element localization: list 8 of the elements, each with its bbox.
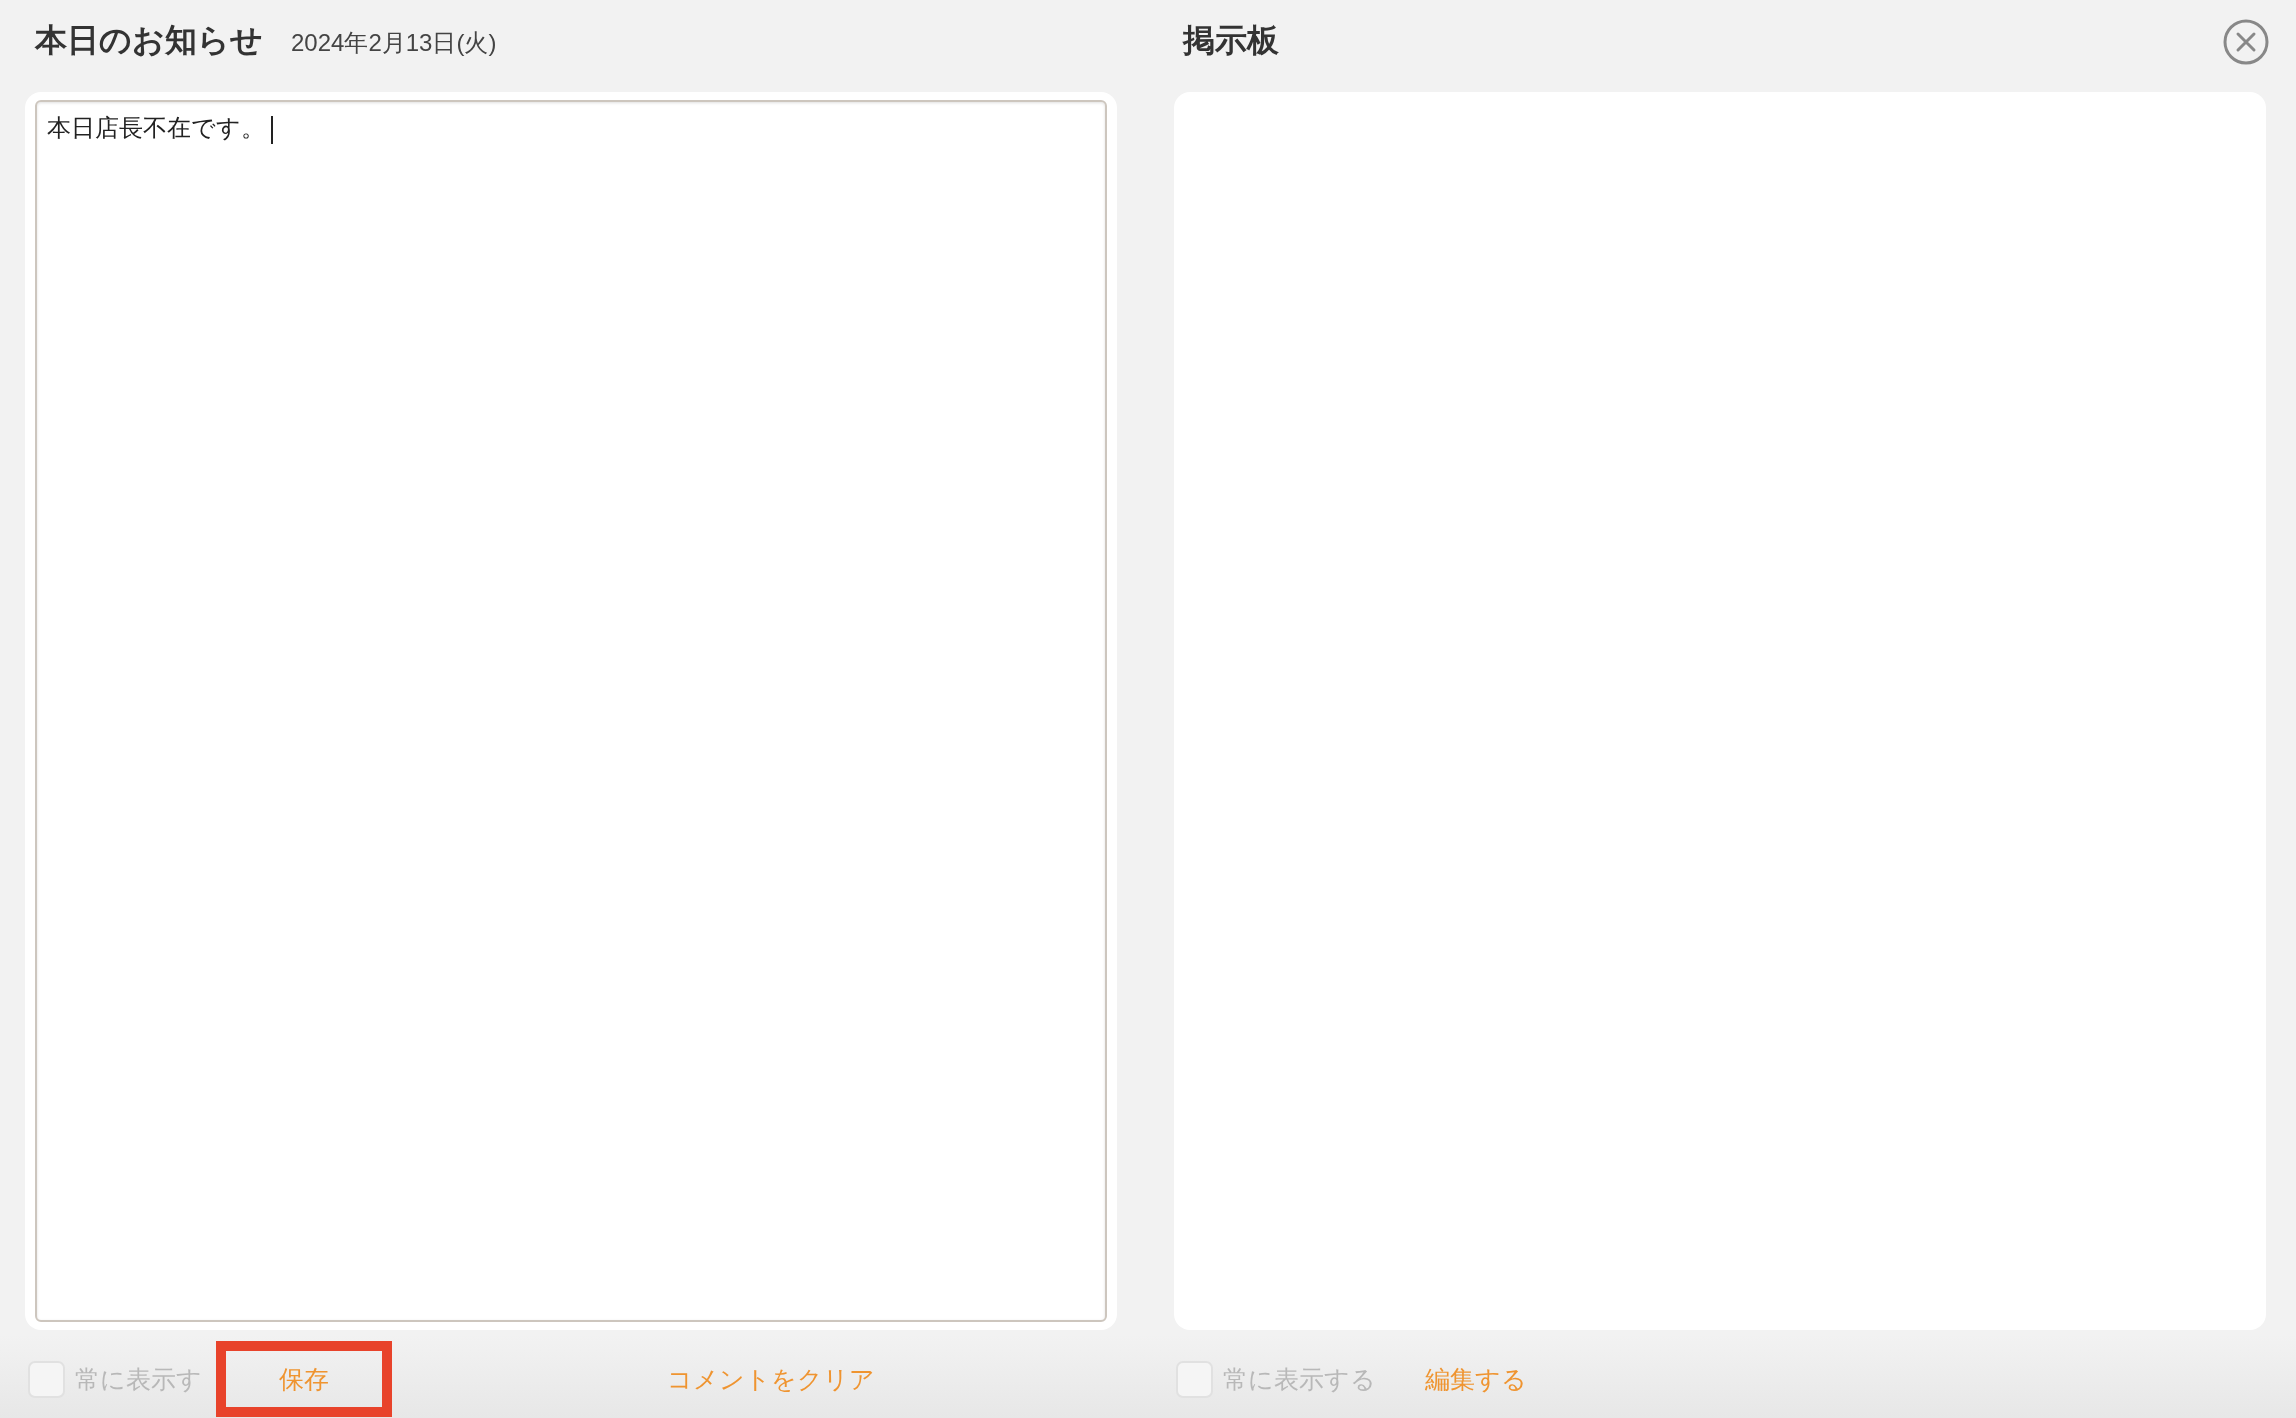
clear-comment-link[interactable]: コメントをクリア	[667, 1363, 875, 1395]
comment-text-area[interactable]: 本日店長不在です。	[35, 100, 1107, 1322]
close-icon[interactable]	[2223, 19, 2269, 65]
notice-title: 本日のお知らせ	[35, 21, 263, 60]
save-button[interactable]: 保存	[226, 1351, 382, 1407]
notice-date: 2024年2月13日(火)	[291, 28, 497, 58]
edit-link[interactable]: 編集する	[1425, 1363, 1527, 1395]
board-title: 掲示板	[1183, 21, 1279, 60]
